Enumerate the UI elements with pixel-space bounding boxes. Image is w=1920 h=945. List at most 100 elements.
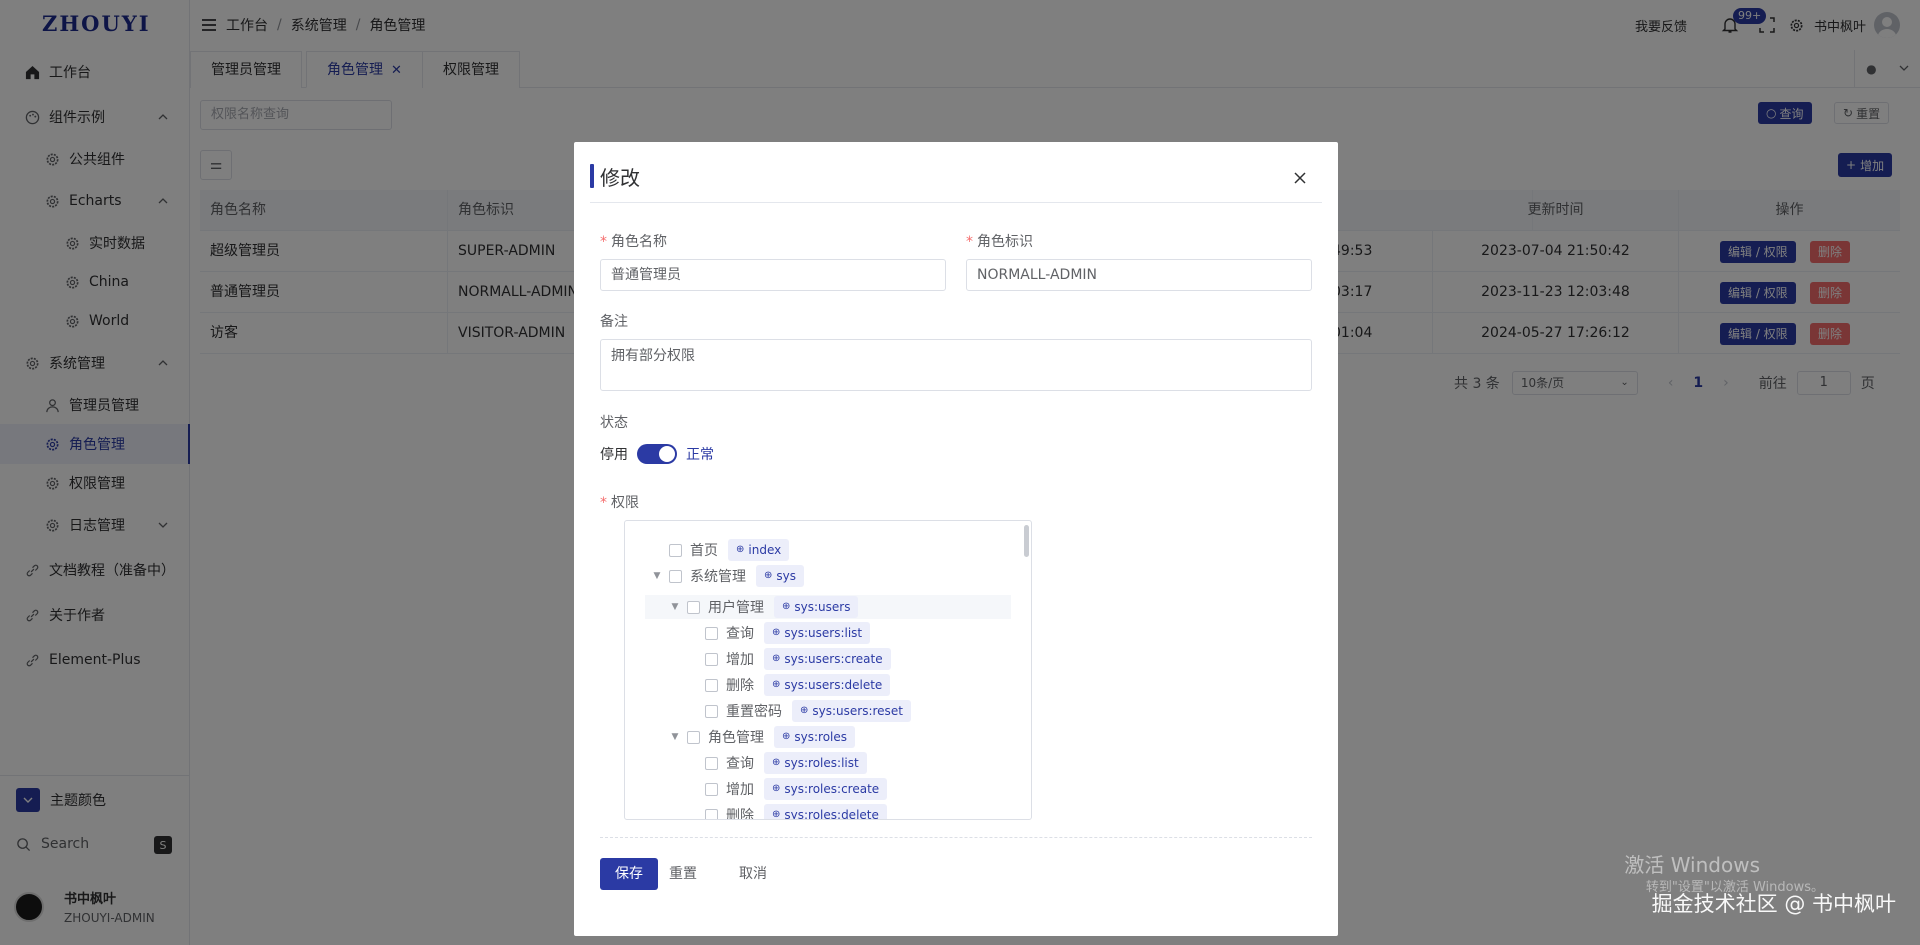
dialog-header: 修改 [590,164,640,190]
permission-tag-text: sys:users [794,600,851,614]
checkbox[interactable] [705,704,718,718]
globe-icon: ⊕ [782,601,791,612]
tree-node[interactable]: ▼ 用户管理 ⊕ sys:users [669,596,859,618]
save-button[interactable]: 保存 [600,858,658,890]
permission-tag: ⊕ sys:users [774,596,859,618]
tree-node[interactable]: 查询 ⊕ sys:roles:list [687,752,867,774]
tree-node[interactable]: 重置密码 ⊕ sys:users:reset [687,700,911,722]
tree-node-label: 删除 [726,808,754,820]
tree-node-label: 增加 [726,782,754,798]
permission-tag-text: sys:users:list [784,626,863,640]
checkbox[interactable] [705,626,718,640]
permission-tag-text: sys:users:create [784,652,883,666]
permission-tag: ⊕ sys:users:list [764,622,871,644]
tree-node[interactable]: 增加 ⊕ sys:roles:create [687,778,888,800]
role-key-label: * 角色标识 [966,234,1033,250]
divider [600,837,1312,838]
remark-label: 备注 [600,314,628,330]
caret-down-icon[interactable]: ▼ [651,571,663,581]
watermark: 掘金技术社区 @ 书中枫叶 [1651,892,1896,916]
status-switch-row: 停用 正常 [600,444,714,464]
permission-tag: ⊕ sys:users:create [764,648,891,670]
globe-icon: ⊕ [772,783,781,794]
status-switch[interactable] [637,444,677,464]
tree-node-label: 角色管理 [708,730,764,746]
globe-icon: ⊕ [800,705,809,716]
role-key-input[interactable]: NORMALL-ADMIN [966,259,1312,291]
tree-node[interactable]: 删除 ⊕ sys:users:delete [687,674,891,696]
checkbox[interactable] [669,569,682,583]
checkbox[interactable] [687,730,700,744]
tree-node-label: 查询 [726,756,754,772]
tree-node[interactable]: 增加 ⊕ sys:users:create [687,648,891,670]
permission-tag-text: sys:roles:delete [784,808,879,820]
divider [590,202,1322,203]
permission-tag-text: sys [776,569,796,583]
windows-activation-title: 激活 Windows [1624,853,1760,877]
edit-role-dialog: 修改 * 角色名称 普通管理员 * 角色标识 NORMALL-ADMIN 备注 拥有… [574,142,1338,936]
role-name-label: * 角色名称 [600,234,667,250]
checkbox[interactable] [669,543,682,557]
status-off-label: 停用 [600,447,628,463]
status-on-label: 正常 [686,447,714,463]
role-name-label-text: 角色名称 [611,234,667,250]
tree-node-label: 用户管理 [708,600,764,616]
tree-node-label: 查询 [726,626,754,642]
permission-tag: ⊕ sys:users:reset [792,700,911,722]
permission-label: * 权限 [600,495,639,511]
title-accent-bar [590,164,594,188]
permission-tag: ⊕ sys:users:delete [764,674,891,696]
globe-icon: ⊕ [736,544,745,555]
permission-tag: ⊕ sys [756,565,804,587]
permission-tag: ⊕ index [728,539,790,561]
globe-icon: ⊕ [782,731,791,742]
globe-icon: ⊕ [764,570,773,581]
cancel-button[interactable]: 取消 [724,858,782,890]
checkbox[interactable] [705,678,718,692]
tree-node-label: 增加 [726,652,754,668]
permission-tag-text: sys:roles:create [784,782,880,796]
switch-knob [659,446,675,462]
tree-node[interactable]: ▼ 角色管理 ⊕ sys:roles [669,726,856,748]
tree-node-label: 系统管理 [690,569,746,585]
checkbox[interactable] [705,782,718,796]
permission-tag: ⊕ sys:roles [774,726,856,748]
globe-icon: ⊕ [772,653,781,664]
permission-tree[interactable]: 首页 ⊕ index ▼ 系统管理 ⊕ sys ▼ 用户管理 ⊕ sys:users 查询 ⊕ sy… [624,520,1032,820]
globe-icon: ⊕ [772,757,781,768]
scrollbar[interactable] [1024,525,1029,557]
tree-node[interactable]: 首页 ⊕ index [651,539,790,561]
tree-node-label: 重置密码 [726,704,782,720]
permission-tag-text: sys:roles:list [784,756,859,770]
globe-icon: ⊕ [772,627,781,638]
permission-label-text: 权限 [611,495,639,511]
status-label: 状态 [600,415,628,431]
close-icon[interactable] [1292,170,1308,186]
dialog-title: 修改 [600,165,640,190]
caret-down-icon[interactable]: ▼ [669,732,681,742]
caret-down-icon[interactable]: ▼ [669,602,681,612]
permission-tag-text: sys:users:reset [812,704,903,718]
checkbox[interactable] [705,652,718,666]
globe-icon: ⊕ [772,809,781,820]
permission-tag-text: index [748,543,782,557]
role-key-label-text: 角色标识 [977,234,1033,250]
tree-node[interactable]: 删除 ⊕ sys:roles:delete [687,804,887,820]
reset-form-button[interactable]: 重置 [654,858,712,890]
permission-tag: ⊕ sys:roles:list [764,752,867,774]
permission-tag: ⊕ sys:roles:delete [764,804,887,820]
remark-textarea[interactable]: 拥有部分权限 [600,339,1312,391]
checkbox[interactable] [705,808,718,819]
permission-tag-text: sys:users:delete [784,678,883,692]
app-root: ZHOUYI 工作台 组件示例 公共组件 Echarts 实时数据 China [0,0,1920,945]
checkbox[interactable] [687,600,700,614]
permission-tag: ⊕ sys:roles:create [764,778,888,800]
tree-node[interactable]: 查询 ⊕ sys:users:list [687,622,871,644]
tree-node-label: 首页 [690,543,718,559]
checkbox[interactable] [705,756,718,770]
permission-tag-text: sys:roles [794,730,848,744]
tree-node[interactable]: ▼ 系统管理 ⊕ sys [651,565,804,587]
role-name-input[interactable]: 普通管理员 [600,259,946,291]
tree-node-label: 删除 [726,678,754,694]
globe-icon: ⊕ [772,679,781,690]
